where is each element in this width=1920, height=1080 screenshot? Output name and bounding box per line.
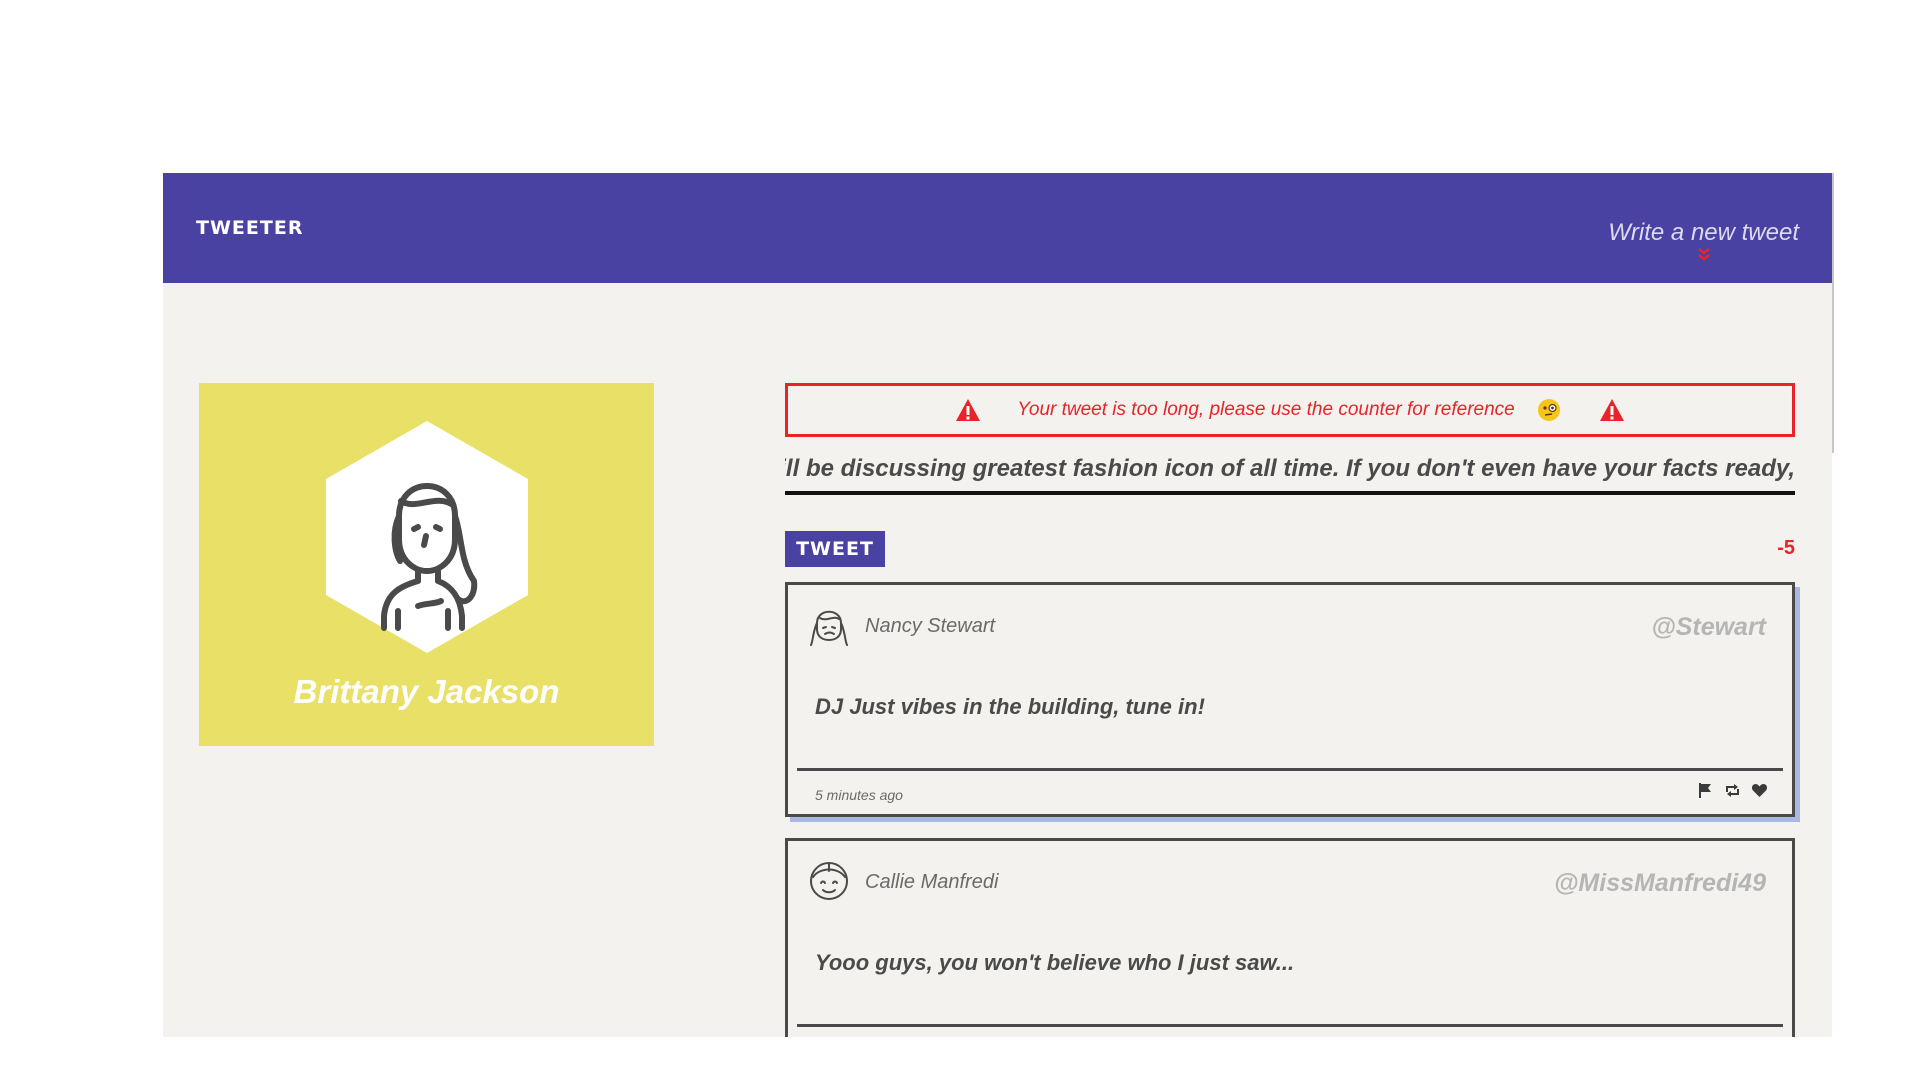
double-chevron-down-icon[interactable] <box>1608 247 1799 261</box>
brand-logo[interactable]: TWEETER <box>196 217 303 239</box>
write-new-tweet-label: Write a new tweet <box>1608 219 1799 246</box>
warning-triangle-icon <box>956 399 981 421</box>
woman-avatar-icon <box>326 421 528 653</box>
tweet-author-name: Callie Manfredi <box>865 871 999 893</box>
face-with-monocle-emoji <box>1537 399 1560 421</box>
smiling-woman-avatar-icon <box>810 862 848 900</box>
error-message: Your tweet is too long, please use the c… <box>1017 399 1515 420</box>
scrollbar[interactable] <box>1832 173 1834 453</box>
tweet-textarea-value: ill be discussing greatest fashion icon … <box>785 455 1795 482</box>
tweet-divider <box>797 1024 1783 1027</box>
heart-icon[interactable] <box>1751 782 1768 799</box>
tweet-author-name: Nancy Stewart <box>865 615 996 637</box>
character-counter: -5 <box>1777 537 1795 559</box>
flag-icon[interactable] <box>1697 782 1714 799</box>
app-container: TWEETER Write a new tweet Brittany Jacks… <box>163 173 1832 1037</box>
profile-card: Brittany Jackson <box>199 383 654 746</box>
tweet-divider <box>797 768 1783 771</box>
tweet-submit-button[interactable]: TWEET <box>785 531 885 567</box>
warning-triangle-icon <box>1599 399 1624 421</box>
tweet-timestamp: 5 minutes ago <box>815 787 903 803</box>
tweet-card: Nancy Stewart @Stewart DJ Just vibes in … <box>785 582 1795 817</box>
tweet-text: DJ Just vibes in the building, tune in! <box>815 694 1205 719</box>
tweet-author-handle: @Stewart <box>1651 613 1766 641</box>
profile-name: Brittany Jackson <box>293 673 560 710</box>
navbar: TWEETER Write a new tweet <box>163 173 1832 283</box>
tweet-error-alert: Your tweet is too long, please use the c… <box>785 383 1795 437</box>
tweet-textarea[interactable]: ill be discussing greatest fashion icon … <box>785 453 1795 495</box>
tweet-card: Callie Manfredi @MissManfredi49 Yooo guy… <box>785 838 1795 1037</box>
tweet-actions <box>1697 782 1768 799</box>
tweet-author-handle: @MissManfredi49 <box>1554 869 1766 897</box>
retweet-icon[interactable] <box>1724 782 1741 799</box>
woman-avatar-icon <box>810 610 848 646</box>
write-new-tweet-button[interactable]: Write a new tweet <box>1608 219 1799 261</box>
tweet-text: Yooo guys, you won't believe who I just … <box>815 950 1295 975</box>
